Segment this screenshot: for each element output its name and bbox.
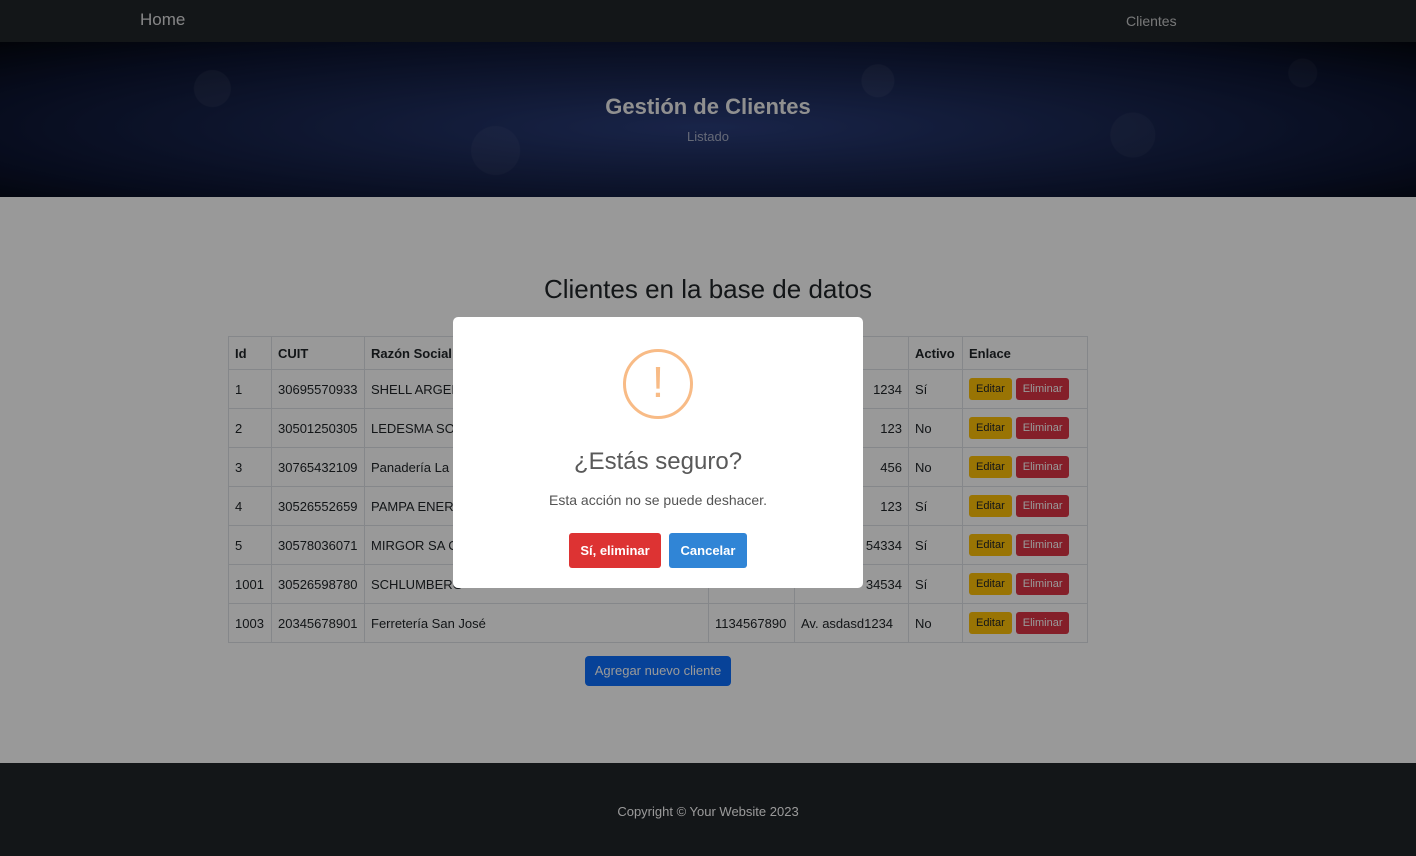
confirm-delete-button[interactable]: Sí, eliminar bbox=[569, 533, 661, 568]
confirm-dialog: ! ¿Estás seguro? Esta acción no se puede… bbox=[453, 317, 863, 588]
dialog-title: ¿Estás seguro? bbox=[573, 448, 743, 475]
warning-icon: ! bbox=[623, 349, 693, 419]
cancel-button[interactable]: Cancelar bbox=[669, 533, 747, 568]
dialog-message: Esta acción no se puede deshacer. bbox=[549, 492, 767, 508]
